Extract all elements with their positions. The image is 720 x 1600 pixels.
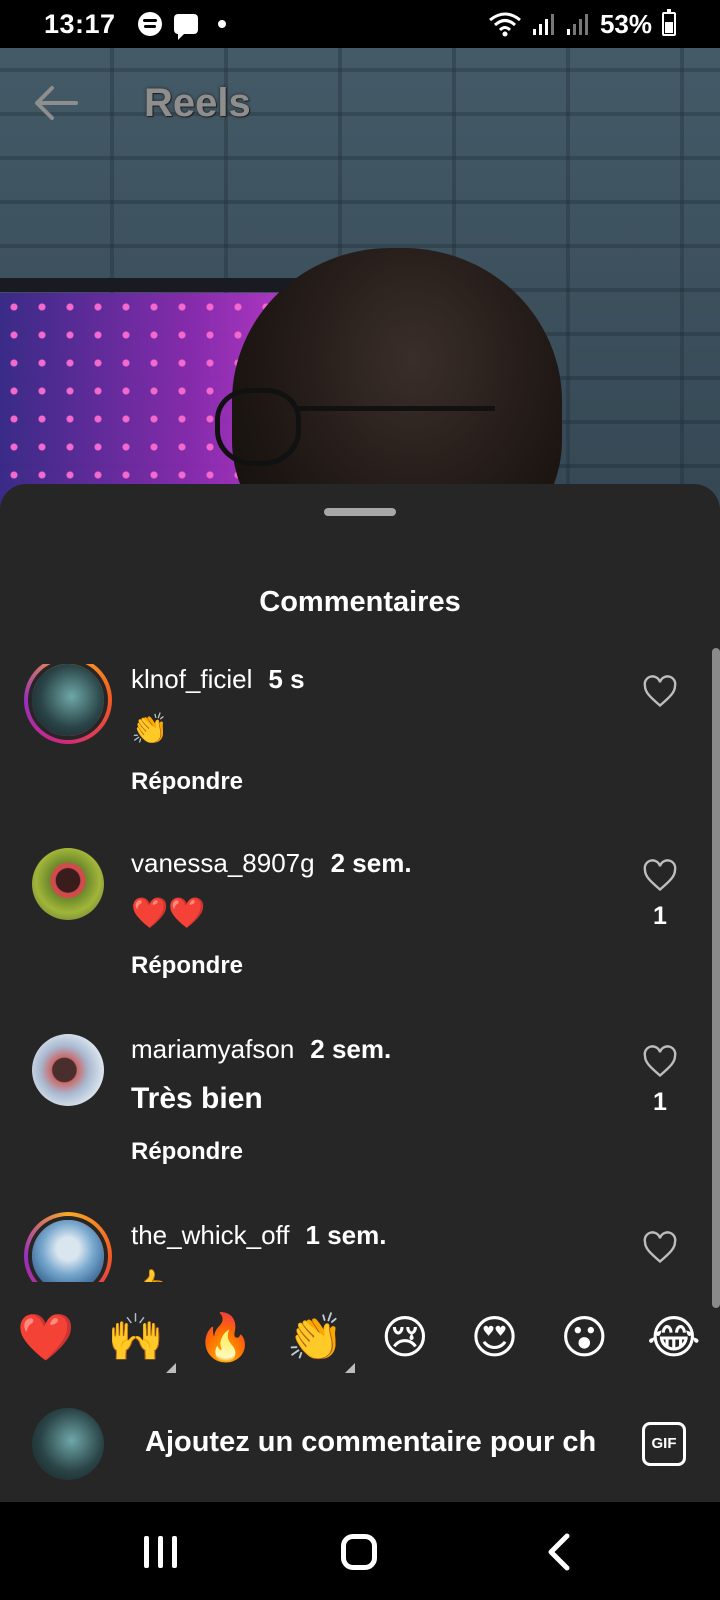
comment-header: vanessa_8907g 2 sem.	[131, 848, 412, 879]
comment-username[interactable]: klnof_ficiel	[131, 664, 252, 694]
comment-time: 5 s	[268, 664, 305, 694]
like-count: 1	[653, 1088, 667, 1116]
led-panel-frame	[0, 278, 320, 292]
comments-list: klnof_ficiel 5 s 👏 Répondre vanessa_8907g…	[0, 664, 720, 1282]
avatar[interactable]	[32, 1034, 104, 1106]
wifi-icon	[489, 12, 521, 37]
back-icon[interactable]	[535, 1530, 585, 1574]
emoji-reaction-bar: ❤️ 🙌 🔥 👏 😢 😍 😮 😂	[0, 1282, 720, 1392]
avatar[interactable]	[32, 848, 104, 920]
emoji-surprised[interactable]: 😮	[554, 1307, 614, 1367]
sheet-title: Commentaires	[259, 586, 461, 618]
heart-icon[interactable]	[642, 1044, 678, 1080]
arrow-left-icon[interactable]	[32, 83, 80, 123]
reply-button[interactable]: Répondre	[131, 952, 243, 980]
glasses	[215, 388, 495, 473]
reply-button[interactable]: Répondre	[131, 1138, 243, 1166]
avatar[interactable]	[24, 664, 112, 744]
comment-item: mariamyafson 2 sem. Très bien Répondre 1	[0, 1034, 700, 1221]
comment-text: 👍	[131, 1268, 168, 1282]
comment-input-row: Ajoutez un commentaire pour ch GIF	[0, 1384, 720, 1502]
status-notification-icons	[137, 12, 226, 40]
status-time: 13:17	[44, 8, 116, 39]
reply-button[interactable]: Répondre	[131, 768, 243, 796]
comment-item: the_whick_off 1 sem. 👍	[0, 1212, 700, 1282]
comment-time: 2 sem.	[330, 848, 412, 878]
spotify-icon	[137, 12, 162, 36]
signal-icon	[532, 14, 554, 35]
system-nav-bar	[0, 1502, 720, 1600]
emoji-laughing[interactable]: 😂	[644, 1307, 704, 1367]
skin-tone-indicator	[165, 1363, 176, 1373]
comment-time: 1 sem.	[305, 1220, 387, 1250]
heart-icon[interactable]	[642, 674, 678, 710]
dot-icon	[217, 20, 226, 28]
comments-sheet: Commentaires klnof_ficiel 5 s 👏 Répondre …	[0, 484, 720, 1502]
comment-username[interactable]: the_whick_off	[131, 1220, 290, 1250]
comment-header: the_whick_off 1 sem.	[131, 1220, 386, 1251]
comment-username[interactable]: vanessa_8907g	[131, 848, 315, 878]
comment-time: 2 sem.	[310, 1034, 392, 1064]
heart-icon[interactable]	[642, 858, 678, 894]
skin-tone-indicator	[345, 1363, 356, 1373]
emoji-fire[interactable]: 🔥	[195, 1307, 255, 1367]
sheet-drag-handle[interactable]	[324, 508, 396, 516]
comment-header: klnof_ficiel 5 s	[131, 664, 305, 695]
comment-text: Très bien	[131, 1082, 263, 1115]
signal-icon	[566, 14, 588, 35]
avatar	[32, 1408, 104, 1480]
emoji-label: 👏	[286, 1310, 344, 1364]
comment-header: mariamyafson 2 sem.	[131, 1034, 391, 1065]
emoji-label: 🙌	[107, 1310, 165, 1364]
battery-percent: 53%	[599, 8, 652, 39]
gif-button[interactable]: GIF	[642, 1422, 686, 1466]
comment-text: ❤️❤️	[131, 897, 206, 930]
comment-text: 👏	[131, 713, 169, 746]
battery-icon	[662, 9, 676, 36]
emoji-heart[interactable]: ❤️	[16, 1307, 76, 1367]
like-count: 1	[653, 902, 667, 930]
message-icon	[173, 14, 198, 40]
recent-apps-icon[interactable]	[135, 1530, 185, 1574]
emoji-crying[interactable]: 😢	[375, 1307, 435, 1367]
emoji-raised-hands[interactable]: 🙌	[106, 1307, 176, 1373]
reels-header: Reels	[0, 48, 720, 158]
page-title: Reels	[144, 80, 251, 125]
status-system-icons: 53%	[488, 9, 676, 40]
status-bar: 13:17 53%	[0, 0, 720, 48]
avatar[interactable]	[24, 1212, 112, 1282]
emoji-heart-eyes[interactable]: 😍	[465, 1307, 525, 1367]
comment-username[interactable]: mariamyafson	[131, 1034, 294, 1064]
comment-item: klnof_ficiel 5 s 👏 Répondre	[0, 664, 700, 851]
comment-item: vanessa_8907g 2 sem. ❤️❤️ Répondre 1	[0, 848, 700, 1035]
heart-icon[interactable]	[642, 1230, 678, 1266]
emoji-clap[interactable]: 👏	[285, 1307, 356, 1373]
comment-input[interactable]: Ajoutez un commentaire pour ch	[145, 1426, 610, 1459]
home-icon[interactable]	[334, 1530, 384, 1574]
